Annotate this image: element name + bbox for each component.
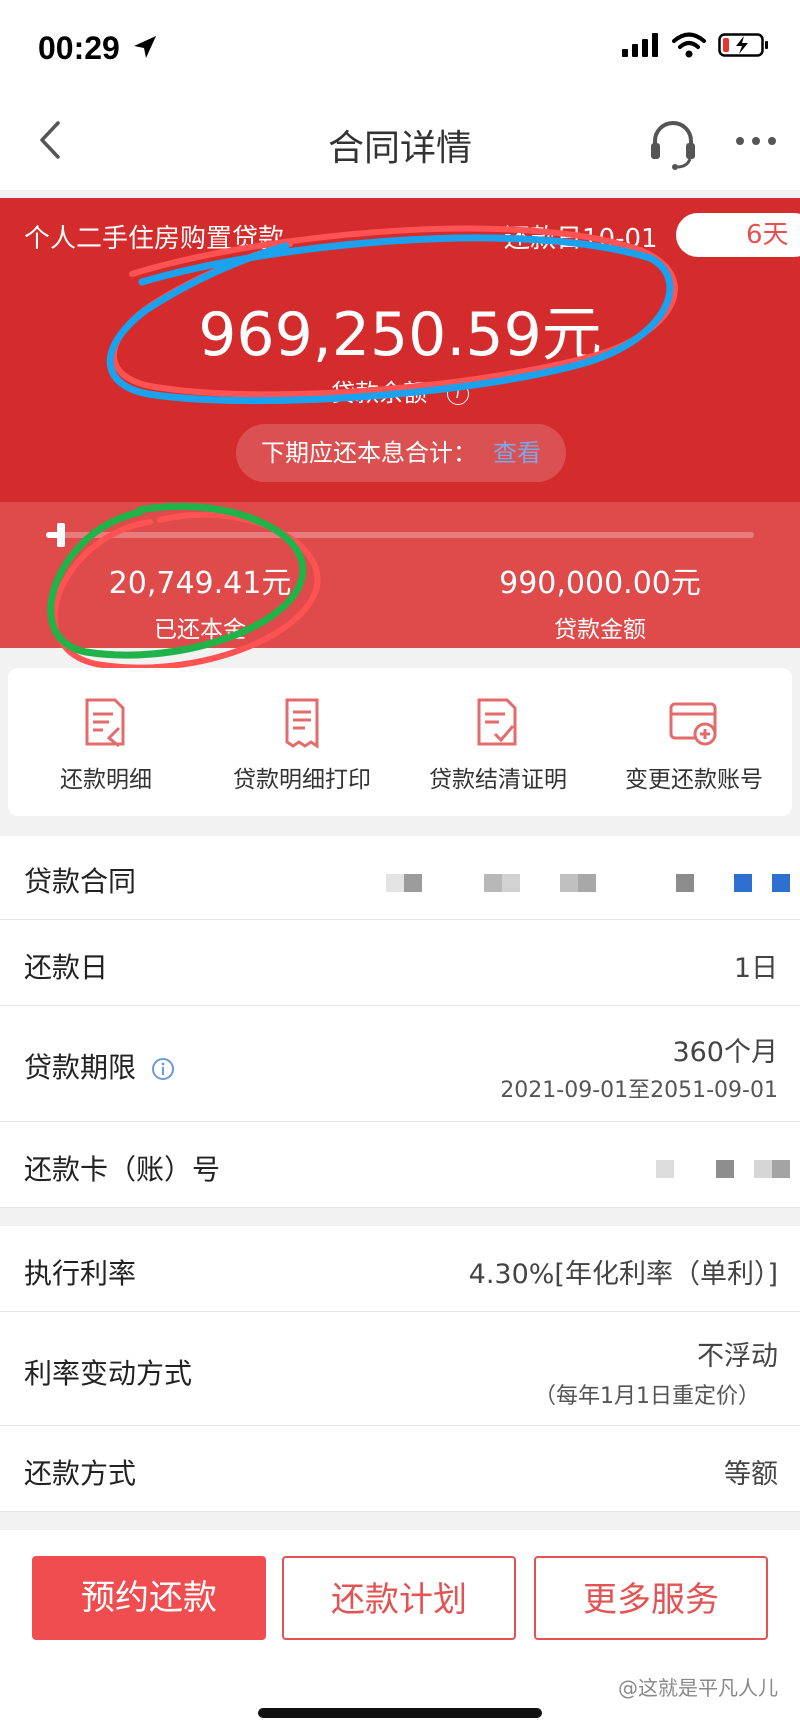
info-icon[interactable]: i <box>446 383 469 405</box>
loan-amount-value: 990,000.00元 <box>499 566 701 601</box>
loan-term-value: 360个月 <box>672 1037 778 1068</box>
quick-action-label: 变更还款账号 <box>625 767 763 793</box>
loan-type: 个人二手住房购置贷款 <box>24 224 285 254</box>
document-check-icon <box>477 698 517 746</box>
masked-block <box>386 874 404 892</box>
card-add-icon <box>669 702 717 746</box>
loan-contract-row[interactable]: 贷款合同 <box>0 836 800 920</box>
loan-term-row: 贷款期限 360个月 2021-09-01至2051-09-01 <box>0 1006 800 1122</box>
document-arrow-icon <box>85 698 125 748</box>
due-date-label: 还款日10-01 <box>504 224 658 254</box>
masked-block <box>772 874 790 892</box>
loan-amount: 990,000.00元 贷款金额 <box>440 558 760 644</box>
bottom-action-bar: 预约还款 还款计划 更多服务 @这就是平凡人儿 <box>0 1530 800 1731</box>
rate-change-note: （每年1月1日重定价） <box>534 1384 760 1409</box>
loan-term-label-text: 贷款期限 <box>24 1051 137 1084</box>
masked-block <box>734 874 752 892</box>
quick-actions-card: 还款明细 贷款明细打印 贷款结清证明 变更还款账号 <box>8 668 792 816</box>
repayment-method-row: 还款方式 等额 <box>0 1426 800 1512</box>
more-services-button[interactable]: 更多服务 <box>534 1556 768 1640</box>
quick-action-label: 还款明细 <box>60 767 152 793</box>
interest-rate-row: 执行利率 4.30%[年化利率（单利）] <box>0 1226 800 1312</box>
print-loan-details-action[interactable]: 贷款明细打印 <box>204 696 400 794</box>
status-bar: 00:29 <box>0 0 800 95</box>
repayment-day-label: 还款日 <box>24 951 109 984</box>
nav-bar: 合同详情 <box>0 95 800 190</box>
rate-change-label: 利率变动方式 <box>24 1357 193 1390</box>
more-icon[interactable] <box>732 121 780 161</box>
masked-block <box>772 1160 790 1178</box>
receipt-icon <box>285 698 319 749</box>
next-payment-label: 下期应还本息合计： <box>261 439 477 467</box>
loan-summary: 个人二手住房购置贷款 还款日10-01 6天 969,250.59元 贷款余额 … <box>0 198 800 502</box>
progress-track <box>46 523 754 547</box>
quick-action-label: 贷款明细打印 <box>233 767 371 793</box>
watermark: @这就是平凡人儿 <box>618 1676 778 1700</box>
interest-rate-value: 4.30%[年化利率（单利）] <box>468 1259 778 1290</box>
loan-amount-label: 贷款金额 <box>554 617 646 643</box>
loan-balance-label: 贷款余额 i <box>0 373 800 408</box>
masked-block <box>656 1160 674 1178</box>
loan-balance: 969,250.59元 <box>198 300 602 370</box>
loan-contract-label: 贷款合同 <box>24 865 137 898</box>
repayment-method-label: 还款方式 <box>24 1457 137 1490</box>
next-payment-pill: 下期应还本息合计： 查看 <box>236 424 566 482</box>
signal-icon <box>622 33 658 57</box>
loan-balance-label-text: 贷款余额 <box>331 379 428 407</box>
repayment-progress: 20,749.41元 已还本金 990,000.00元 贷款金额 <box>0 502 800 648</box>
settlement-certificate-action[interactable]: 贷款结清证明 <box>400 696 596 794</box>
headset-icon[interactable] <box>645 115 701 171</box>
repayment-day-value: 1日 <box>733 953 778 984</box>
repaid-principal-value: 20,749.41元 <box>108 566 292 601</box>
progress-knob <box>56 523 65 547</box>
wifi-icon <box>672 32 706 58</box>
loan-term-label: 贷款期限 <box>24 1046 175 1086</box>
battery-charging-icon <box>718 33 768 57</box>
info-icon[interactable] <box>151 1057 175 1081</box>
repayment-details-action[interactable]: 还款明细 <box>8 696 204 794</box>
days-remaining-badge: 6天 <box>676 213 800 257</box>
repayment-card-label: 还款卡（账）号 <box>24 1153 221 1186</box>
interest-rate-label: 执行利率 <box>24 1257 137 1290</box>
view-next-payment-link[interactable]: 查看 <box>493 439 541 467</box>
masked-block <box>754 1160 772 1178</box>
book-repayment-button[interactable]: 预约还款 <box>32 1556 266 1640</box>
status-time: 00:29 <box>38 30 120 66</box>
masked-block <box>578 874 596 892</box>
repayment-card-row[interactable]: 还款卡（账）号 <box>0 1122 800 1208</box>
masked-block <box>716 1160 734 1178</box>
repayment-plan-button[interactable]: 还款计划 <box>282 1556 516 1640</box>
quick-action-label: 贷款结清证明 <box>429 767 567 793</box>
masked-block <box>404 874 422 892</box>
home-indicator <box>258 1708 542 1718</box>
repaid-principal-label: 已还本金 <box>154 617 246 643</box>
location-arrow-icon <box>134 36 156 58</box>
masked-block <box>484 874 502 892</box>
change-account-action[interactable]: 变更还款账号 <box>596 696 792 794</box>
repayment-method-value: 等额 <box>724 1459 778 1490</box>
masked-block <box>502 874 520 892</box>
loan-term-dates: 2021-09-01至2051-09-01 <box>500 1078 778 1103</box>
repayment-day-row: 还款日 1日 <box>0 920 800 1006</box>
rate-change-row: 利率变动方式 不浮动 （每年1月1日重定价） <box>0 1312 800 1426</box>
masked-block <box>676 874 694 892</box>
rate-change-value: 不浮动 <box>697 1341 778 1372</box>
repaid-principal: 20,749.41元 已还本金 <box>40 558 360 644</box>
masked-block <box>560 874 578 892</box>
